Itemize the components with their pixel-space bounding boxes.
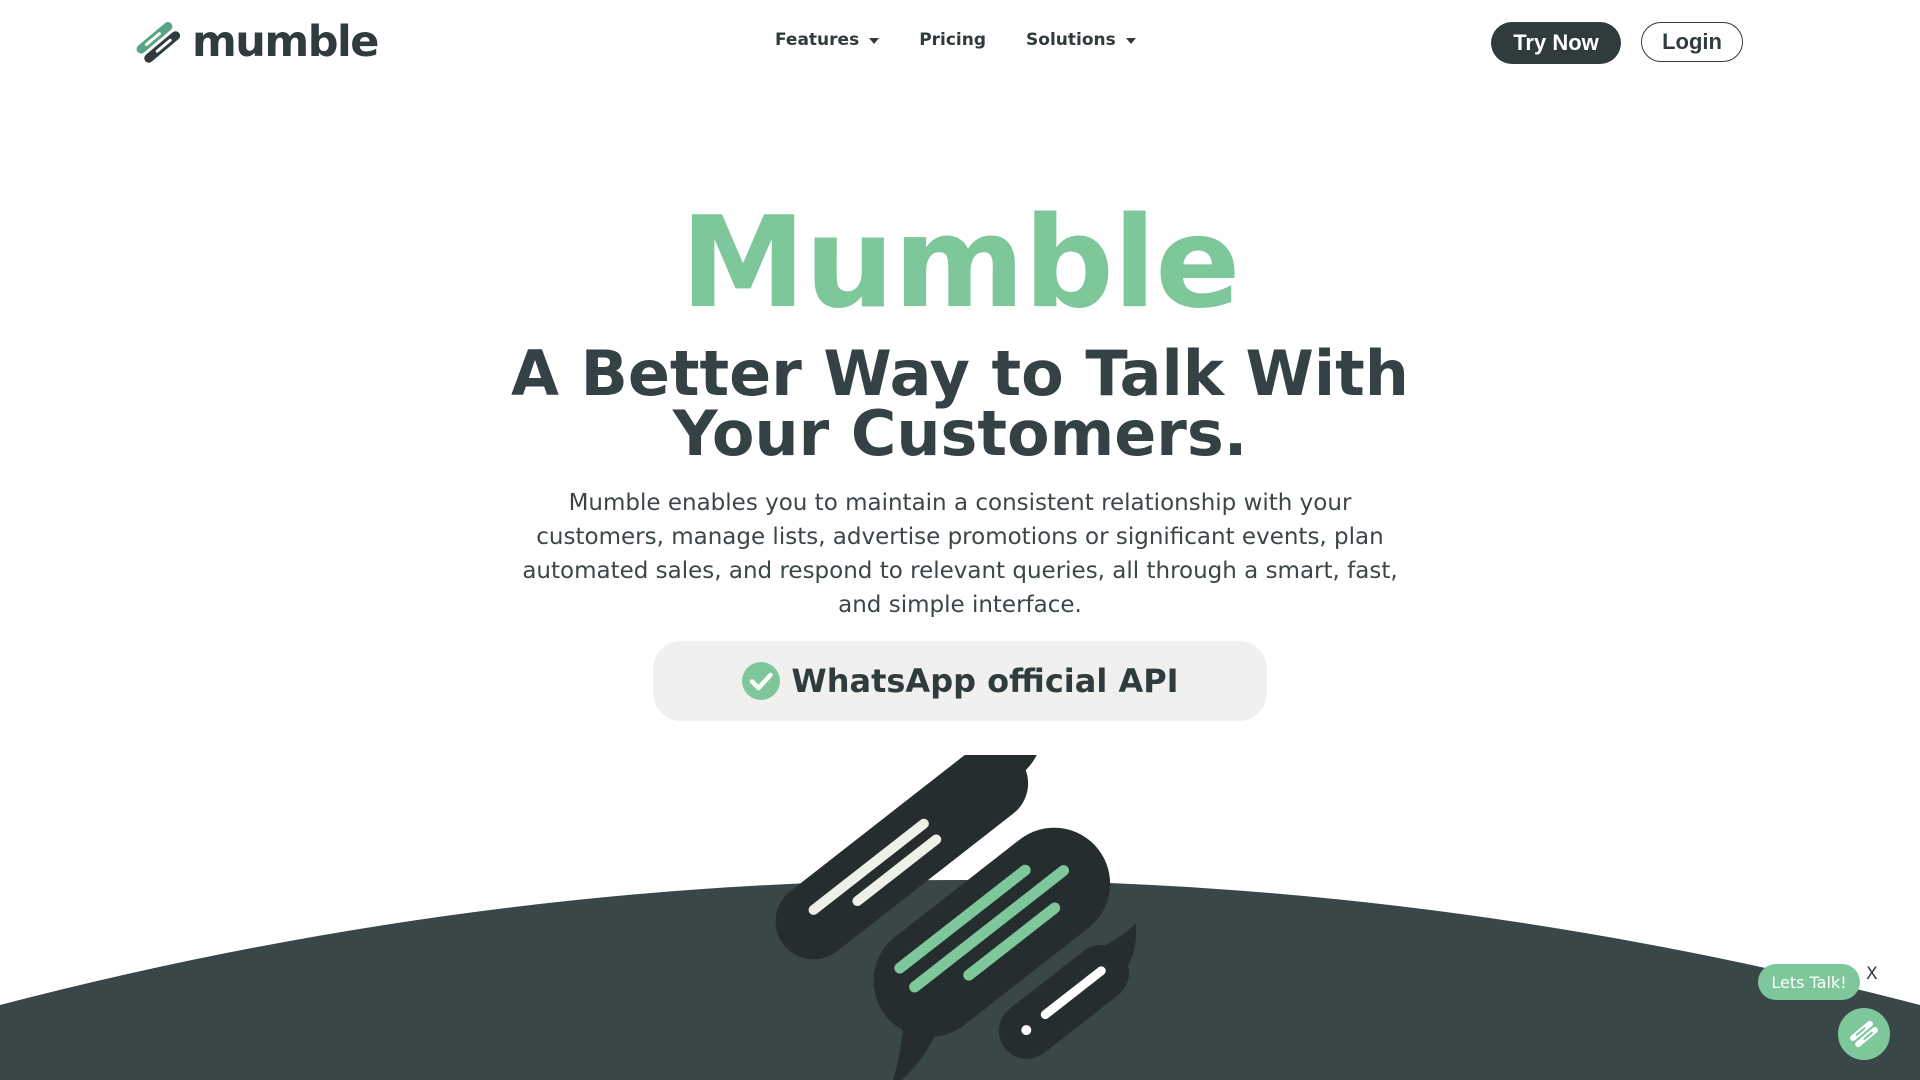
chevron-down-icon (1125, 38, 1136, 44)
hero-title: A Better Way to Talk With Your Customers… (511, 337, 1409, 470)
chat-launcher-icon (1850, 1020, 1878, 1048)
login-button[interactable]: Login (1641, 22, 1743, 62)
logo-icon (136, 22, 181, 63)
try-now-button[interactable]: Try Now (1491, 22, 1621, 64)
site-header: mumble Features Pricing Solutions Try No… (0, 0, 1920, 86)
hero-description: Mumble enables you to maintain a consist… (522, 490, 1398, 618)
chevron-down-icon (869, 38, 880, 44)
nav-features[interactable]: Features (775, 30, 880, 50)
nav-pricing[interactable]: Pricing (919, 30, 986, 50)
nav-features-label: Features (775, 30, 860, 50)
nav-solutions-label: Solutions (1026, 30, 1116, 50)
check-circle-icon (742, 662, 781, 700)
logo-text: mumble (192, 16, 379, 67)
lets-talk-bubble[interactable]: Lets Talk! (1758, 964, 1860, 1000)
chat-launcher-button[interactable] (1838, 1008, 1890, 1060)
whatsapp-api-badge: WhatsApp official API (653, 641, 1267, 721)
main-nav: Features Pricing Solutions (775, 30, 1136, 50)
hero-brand: Mumble (680, 189, 1240, 336)
chat-illustration (775, 755, 1136, 1080)
logo[interactable]: mumble (132, 16, 379, 67)
badge-label: WhatsApp official API (791, 662, 1179, 700)
chat-close-button[interactable]: X (1866, 964, 1878, 984)
nav-solutions[interactable]: Solutions (1026, 30, 1136, 50)
nav-pricing-label: Pricing (919, 30, 987, 50)
